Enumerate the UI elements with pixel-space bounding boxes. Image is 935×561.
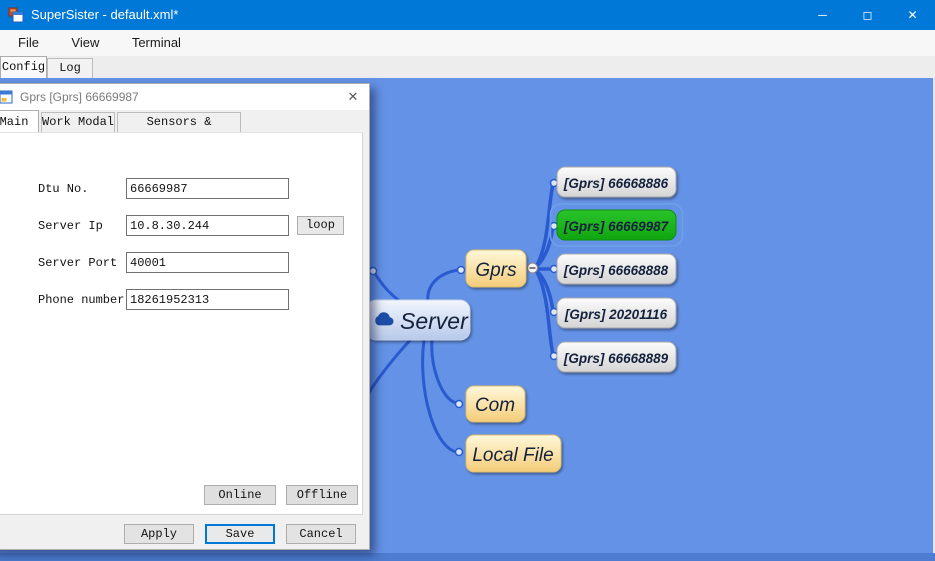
maximize-button[interactable]: ◻ (845, 0, 890, 30)
dialog-main-tabpage: Dtu No. Server Ip loop Server Port Phone… (0, 132, 363, 515)
server-port-label: Server Port (38, 256, 117, 270)
mindmap-node-gprs[interactable]: Gprs (466, 250, 526, 287)
tab-config[interactable]: Config (0, 56, 47, 78)
close-button[interactable]: ✕ (890, 0, 935, 30)
edge-server-left-bottom (368, 336, 414, 394)
dialog-tab-main[interactable]: Main (0, 110, 39, 132)
online-button[interactable]: Online (204, 485, 276, 505)
loop-button[interactable]: loop (297, 216, 344, 235)
dialog-tab-strip: Main Work Modal Sensors & Confusion (0, 110, 369, 132)
connector-dot (551, 266, 558, 273)
mindmap-node-child1[interactable]: [Gprs] 66668886 (557, 167, 676, 197)
edge-server-com (432, 339, 456, 403)
mindmap-node-child2-selected[interactable]: [Gprs] 66669987 (551, 204, 683, 246)
dtu-no-label: Dtu No. (38, 182, 88, 196)
dialog-title: Gprs [Gprs] 66669987 (20, 84, 139, 110)
edge-server-gprs (428, 270, 458, 302)
minimize-button[interactable]: ─ (800, 0, 845, 30)
server-port-input[interactable] (126, 252, 289, 273)
dialog-title-bar: Gprs [Gprs] 66669987 ✕ (0, 84, 369, 110)
mindmap-node-child5[interactable]: [Gprs] 66668889 (557, 342, 676, 372)
app-window: SuperSister - default.xml* ─ ◻ ✕ File Vi… (0, 0, 935, 561)
mindmap-node-child4[interactable]: [Gprs] 20201116 (557, 298, 676, 328)
app-icon (8, 7, 24, 23)
connector-dot (551, 223, 558, 230)
node-label-com: Com (475, 395, 515, 416)
edge-server-localfile (423, 340, 456, 452)
node-label-localfile: Local File (472, 445, 553, 466)
phone-number-label: Phone number (38, 293, 124, 307)
connector-dot (551, 353, 558, 360)
connector-dot (551, 309, 558, 316)
menu-view[interactable]: View (57, 30, 113, 56)
node-label: [Gprs] 66668889 (563, 351, 669, 366)
save-button[interactable]: Save (205, 524, 275, 544)
node-label: [Gprs] 66669987 (563, 219, 670, 234)
node-label-server: Server (400, 308, 469, 334)
cancel-button[interactable]: Cancel (286, 524, 356, 544)
connector-dot (456, 449, 463, 456)
mindmap-node-child3[interactable]: [Gprs] 66668888 (557, 254, 676, 284)
menu-file[interactable]: File (4, 30, 53, 56)
connector-dot (456, 401, 463, 408)
title-bar: SuperSister - default.xml* ─ ◻ ✕ (0, 0, 935, 30)
tab-log[interactable]: Log (47, 58, 93, 78)
node-label: [Gprs] 20201116 (564, 307, 668, 322)
mindmap-node-server[interactable]: Server (366, 300, 470, 340)
window-title: SuperSister - default.xml* (31, 0, 178, 30)
offline-button[interactable]: Offline (286, 485, 358, 505)
dialog-tab-sensors[interactable]: Sensors & Confusion (117, 112, 241, 132)
gprs-settings-dialog: Gprs [Gprs] 66669987 ✕ Main Work Modal S… (0, 83, 370, 550)
dialog-footer: Apply Save Cancel (0, 515, 369, 549)
dialog-form-icon (0, 90, 13, 104)
server-ip-input[interactable] (126, 215, 289, 236)
menu-bar: File View Terminal (0, 30, 935, 56)
mindmap-node-com[interactable]: Com (466, 386, 525, 422)
apply-button[interactable]: Apply (124, 524, 194, 544)
node-label-gprs: Gprs (475, 260, 517, 281)
phone-number-input[interactable] (126, 289, 289, 310)
main-tab-strip: Config Log (0, 56, 935, 78)
node-label: [Gprs] 66668886 (563, 176, 669, 191)
server-ip-label: Server Ip (38, 219, 103, 233)
dialog-close-icon[interactable]: ✕ (344, 88, 362, 106)
mindmap-node-localfile[interactable]: Local File (466, 435, 561, 472)
collapse-minus-icon[interactable] (528, 263, 538, 273)
node-label: [Gprs] 66668888 (563, 263, 669, 278)
map-horizontal-scrollbar[interactable] (0, 553, 935, 561)
dtu-no-input[interactable] (126, 178, 289, 199)
connector-dot (551, 180, 558, 187)
dialog-tab-workmodal[interactable]: Work Modal (41, 112, 115, 132)
menu-terminal[interactable]: Terminal (118, 30, 195, 56)
connector-dot (458, 267, 465, 274)
connector-dot (370, 268, 377, 275)
